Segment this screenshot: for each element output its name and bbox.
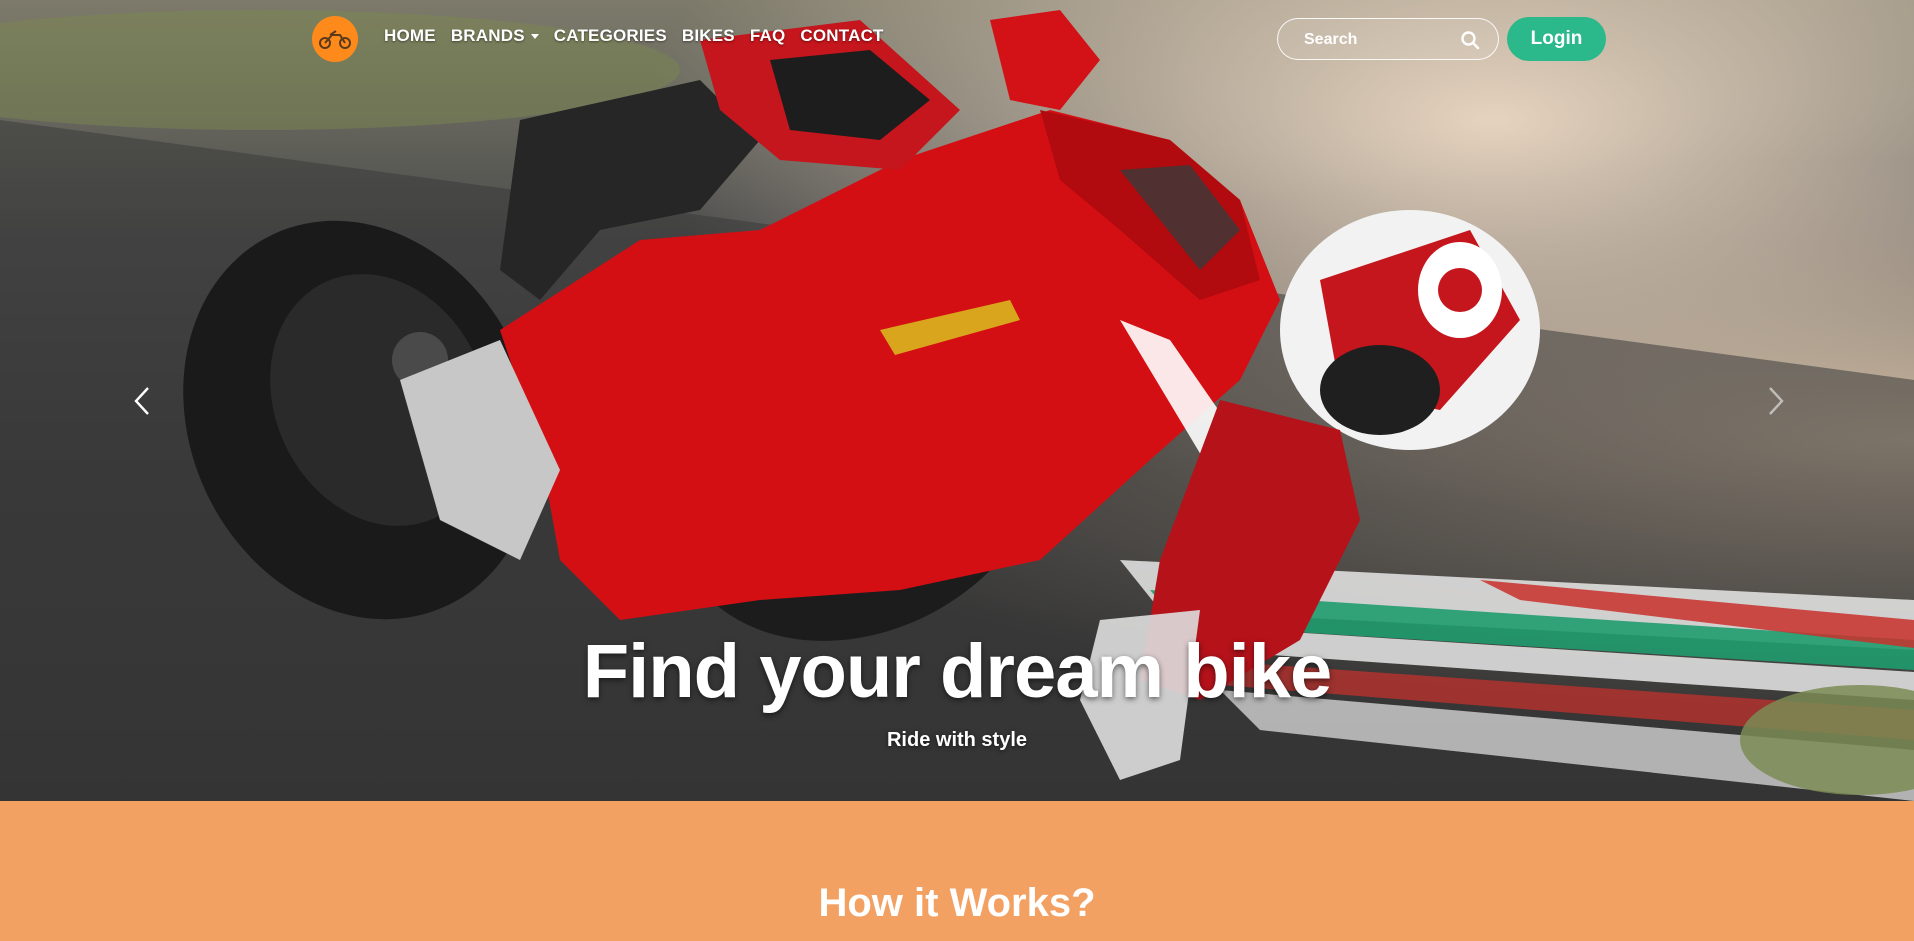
nav-link-brands[interactable]: BRANDS [451, 26, 539, 46]
search-input[interactable] [1304, 29, 1454, 51]
search-icon[interactable] [1460, 30, 1480, 50]
nav-link-home[interactable]: HOME [384, 26, 436, 46]
how-it-works-section: How it Works? [0, 801, 1914, 941]
hero-subtitle: Ride with style [886, 729, 1028, 751]
search-box [1277, 18, 1499, 60]
nav-link-contact[interactable]: CONTACT [800, 26, 883, 46]
hero-carousel: HOME BRANDS CATEGORIES BIKES FAQ CONTACT… [0, 0, 1914, 801]
motorcycle-icon [319, 30, 351, 49]
how-it-works-title: How it Works? [818, 881, 1096, 925]
hero-title: Find your dream bike [582, 629, 1333, 714]
nav-menu: HOME BRANDS CATEGORIES BIKES FAQ CONTACT [384, 26, 884, 46]
nav-link-categories[interactable]: CATEGORIES [554, 26, 667, 46]
nav-link-faq[interactable]: FAQ [750, 26, 786, 46]
chevron-left-icon[interactable] [130, 384, 156, 418]
site-logo[interactable] [312, 16, 358, 62]
navbar: HOME BRANDS CATEGORIES BIKES FAQ CONTACT… [0, 0, 1914, 78]
caret-down-icon [530, 33, 539, 39]
chevron-right-icon[interactable] [1762, 384, 1788, 418]
nav-link-bikes[interactable]: BIKES [682, 26, 735, 46]
nav-link-brands-label: BRANDS [450, 26, 525, 45]
login-button[interactable]: Login [1507, 17, 1606, 61]
